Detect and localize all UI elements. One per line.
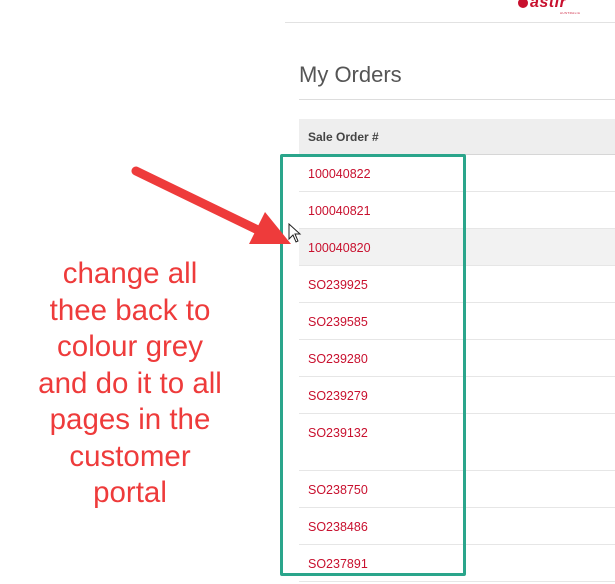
annotation-line: change all: [62, 257, 198, 290]
annotation-line: portal: [93, 476, 167, 509]
annotation-line: customer: [69, 439, 191, 473]
annotation-line: and do it to all: [38, 366, 222, 400]
annotation-line: pages in the: [49, 403, 211, 436]
annotation-line: thee back to: [49, 293, 211, 327]
annotation-note: change all thee back to colour grey and …: [0, 256, 260, 512]
mouse-pointer-icon: [288, 223, 302, 243]
annotation-line: colour grey: [57, 330, 203, 363]
